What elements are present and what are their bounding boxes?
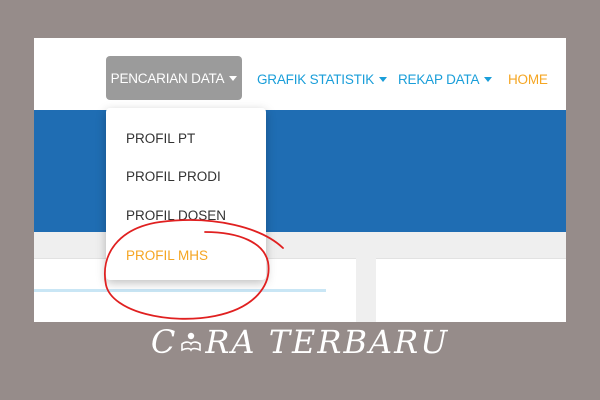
nav-label: GRAFIK STATISTIK — [257, 71, 375, 87]
reading-person-icon — [181, 332, 202, 352]
progress-strip — [34, 289, 326, 292]
menu-item-profil-prodi[interactable]: PROFIL PRODI — [126, 166, 221, 186]
nav-label: REKAP DATA — [398, 71, 480, 87]
nav-pencarian-data[interactable]: PENCARIAN DATA — [106, 56, 242, 100]
chevron-down-icon — [229, 76, 238, 81]
nav-label: HOME — [508, 71, 548, 87]
nav-grafik-statistik[interactable]: GRAFIK STATISTIK — [257, 58, 388, 100]
menu-item-label: PROFIL DOSEN — [126, 207, 227, 223]
menu-item-label: PROFIL PRODI — [126, 168, 221, 184]
caption-text-end: RA TERBARU — [205, 323, 450, 361]
website-screenshot: PENCARIAN DATA GRAFIK STATISTIK REKAP DA… — [34, 38, 566, 322]
chevron-down-icon — [484, 77, 493, 82]
menu-item-profil-dosen[interactable]: PROFIL DOSEN — [126, 205, 226, 225]
pencarian-data-dropdown: PROFIL PT PROFIL PRODI PROFIL DOSEN PROF… — [106, 108, 266, 280]
menu-item-label: PROFIL PT — [126, 130, 196, 146]
menu-item-profil-pt[interactable]: PROFIL PT — [126, 128, 195, 148]
menu-item-profil-mhs[interactable]: PROFIL MHS — [126, 245, 208, 265]
caption-text-start: C — [150, 323, 178, 361]
chevron-down-icon — [379, 77, 388, 82]
content-panel-right — [376, 258, 566, 322]
watermark-caption: C RA TERBARU — [0, 318, 600, 366]
nav-label: PENCARIAN DATA — [110, 70, 225, 86]
navbar: PENCARIAN DATA GRAFIK STATISTIK REKAP DA… — [34, 38, 566, 108]
nav-rekap-data[interactable]: REKAP DATA — [398, 58, 493, 100]
menu-item-label: PROFIL MHS — [126, 247, 209, 263]
nav-home[interactable]: HOME — [508, 58, 548, 100]
